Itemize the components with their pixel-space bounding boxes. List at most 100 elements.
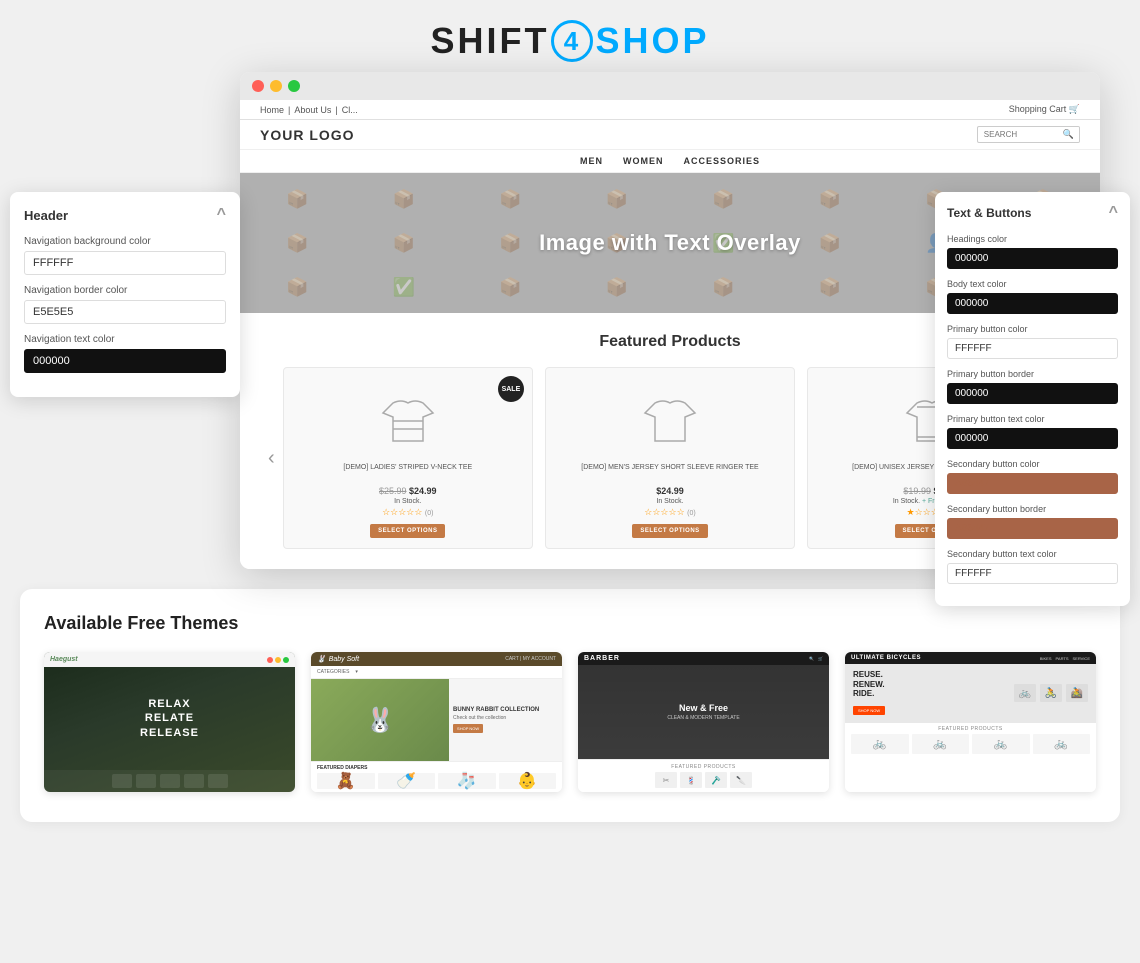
- hero-icon-19: 📦: [461, 269, 560, 305]
- store-search-button[interactable]: 🔍: [1058, 127, 1079, 142]
- secondary-btn-color-field: Secondary button color: [947, 459, 1118, 494]
- product-2-stock: In Stock.: [556, 498, 784, 505]
- theme-barber-topbar: BARBER 🔍 🛒: [578, 652, 829, 665]
- secondary-btn-color-input[interactable]: [947, 473, 1118, 494]
- theme-barber-featured-label: FEATURED PRODUCTS: [584, 764, 823, 770]
- theme-bike-shop-btn: SHOP NOW: [853, 706, 885, 715]
- primary-btn-border-input[interactable]: [947, 383, 1118, 404]
- nav-bg-field: Navigation background color: [24, 236, 226, 275]
- theme-baby-hero-title: BUNNY RABBIT COLLECTION: [453, 707, 558, 713]
- theme-bike-nav-3: SERVICE: [1073, 656, 1091, 661]
- theme-baby-hero: 🐰 BUNNY RABBIT COLLECTION Check out the …: [311, 679, 562, 761]
- shift4shop-logo: SHIFT 4 SHOP: [430, 20, 709, 62]
- product-1-select-btn[interactable]: SELECT OPTIONS: [370, 524, 445, 538]
- theme-dark-prod-2: [136, 774, 156, 788]
- theme-baby-hero-image: 🐰: [311, 679, 449, 761]
- theme-baby-logo: 🐰 Baby Soft: [317, 655, 359, 663]
- dot-yellow: [270, 80, 282, 92]
- theme-bike-img-3: 🚵: [1066, 684, 1088, 702]
- product-1-image: [373, 386, 443, 456]
- logo-area: SHIFT 4 SHOP: [0, 0, 1140, 72]
- hero-icon-1: 📦: [248, 181, 347, 217]
- theme-barber-logo: BARBER: [584, 655, 620, 662]
- mainnav-men[interactable]: MEN: [580, 156, 603, 166]
- topnav-clearance: Cl...: [342, 105, 358, 115]
- theme-dark-dot-3: [283, 657, 289, 663]
- theme-bike-prod-1: 🚲: [851, 734, 909, 754]
- theme-barber-cart-icon: 🛒: [818, 656, 823, 661]
- mainnav-women[interactable]: WOMEN: [623, 156, 664, 166]
- theme-card-bicycle[interactable]: ULTIMATE BICYCLES BIKES PARTS SERVICE RE…: [845, 652, 1096, 792]
- theme-dark-prod-5: [208, 774, 228, 788]
- theme-dark-body: RELAXRELATERELEASE: [44, 667, 295, 770]
- header-panel-collapse-btn[interactable]: ^: [217, 206, 226, 224]
- secondary-btn-border-field: Secondary button border: [947, 504, 1118, 539]
- store-topnav-links: Home | About Us | Cl...: [260, 105, 358, 115]
- carousel-prev-arrow[interactable]: ‹: [260, 447, 283, 470]
- store-mainnav: MEN WOMEN ACCESSORIES: [240, 150, 1100, 173]
- logo-number-circle: 4: [551, 20, 593, 62]
- theme-barber-prod-row: ✂ 💈 🪒 🔪: [584, 772, 823, 788]
- header-panel: Header ^ Navigation background color Nav…: [10, 192, 240, 397]
- product-1-new-price: $24.99: [409, 486, 437, 496]
- theme-baby-bottom-products: FEATURED DIAPERS 🧸 🍼 🧦 👶: [311, 761, 562, 792]
- hero-icon-20: 📦: [568, 269, 667, 305]
- theme-bike-nav-1: BIKES: [1040, 656, 1052, 661]
- theme-bike-hero-text: REUSE.RENEW.RIDE. SHOP NOW: [853, 670, 1014, 717]
- product-2-new-price: $24.99: [656, 486, 684, 496]
- secondary-btn-text-input[interactable]: [947, 563, 1118, 584]
- theme-baby-prod-4: 👶: [499, 773, 557, 789]
- hero-icon-17: 📦: [248, 269, 347, 305]
- theme-bike-preview: ULTIMATE BICYCLES BIKES PARTS SERVICE RE…: [845, 652, 1096, 792]
- theme-dark-topbar: Haegust: [44, 652, 295, 667]
- theme-barber-preview: BARBER 🔍 🛒 New & Free CLEAN & MODERN TEM…: [578, 652, 829, 792]
- theme-baby-product-row: 🧸 🍼 🧦 👶: [317, 773, 556, 789]
- primary-btn-color-field: Primary button color: [947, 324, 1118, 359]
- product-card-1: SALE [DEMO] LADIES' STRIPED V-NECK TEE: [283, 367, 533, 549]
- product-1-reviews: (0): [425, 510, 434, 517]
- theme-bike-products: FEATURED PRODUCTS 🚲 🚲 🚲 🚲: [845, 723, 1096, 792]
- secondary-btn-text-label: Secondary button text color: [947, 549, 1118, 559]
- theme-baby-logo-icon: 🐰: [317, 655, 326, 663]
- secondary-btn-border-input[interactable]: [947, 518, 1118, 539]
- nav-border-input[interactable]: [24, 300, 226, 324]
- text-buttons-collapse-btn[interactable]: ^: [1109, 204, 1118, 222]
- theme-card-barber[interactable]: BARBER 🔍 🛒 New & Free CLEAN & MODERN TEM…: [578, 652, 829, 792]
- logo-part2: SHOP: [595, 20, 709, 62]
- theme-card-relax[interactable]: Haegust RELAXRELATERELEASE: [44, 652, 295, 792]
- themes-section-title: Available Free Themes: [44, 613, 1096, 634]
- theme-barber-prod-3: 🪒: [705, 772, 727, 788]
- theme-card-baby-soft[interactable]: 🐰 Baby Soft CART | MY ACCOUNT CATEGORIES…: [311, 652, 562, 792]
- store-search-input[interactable]: [978, 128, 1058, 141]
- shirt-icon-1: [378, 391, 438, 451]
- hero-icon-22: 📦: [781, 269, 880, 305]
- hero-icon-2: 📦: [355, 181, 454, 217]
- mainnav-accessories[interactable]: ACCESSORIES: [683, 156, 760, 166]
- product-2-image: [635, 386, 705, 456]
- hero-overlay-text: Image with Text Overlay: [539, 230, 801, 256]
- theme-dark-status-dots: [267, 657, 289, 663]
- secondary-btn-color-label: Secondary button color: [947, 459, 1118, 469]
- text-buttons-panel-header: Text & Buttons ^: [947, 204, 1118, 222]
- dot-green: [288, 80, 300, 92]
- product-2-select-btn[interactable]: SELECT OPTIONS: [632, 524, 707, 538]
- header-panel-title: Header: [24, 208, 68, 223]
- theme-dark-bottom: [44, 770, 295, 792]
- headings-color-input[interactable]: [947, 248, 1118, 269]
- theme-baby-topbar: 🐰 Baby Soft CART | MY ACCOUNT: [311, 652, 562, 666]
- primary-btn-color-input[interactable]: [947, 338, 1118, 359]
- nav-bg-input[interactable]: [24, 251, 226, 275]
- body-text-input[interactable]: [947, 293, 1118, 314]
- theme-dark-preview: Haegust RELAXRELATERELEASE: [44, 652, 295, 792]
- nav-text-input[interactable]: [24, 349, 226, 373]
- theme-bike-hero: REUSE.RENEW.RIDE. SHOP NOW 🚲 🚴 🚵: [845, 664, 1096, 723]
- store-logo: YOUR LOGO: [260, 127, 355, 143]
- theme-bike-prod-3: 🚲: [972, 734, 1030, 754]
- primary-btn-text-input[interactable]: [947, 428, 1118, 449]
- store-search-bar: 🔍: [977, 126, 1080, 143]
- themes-grid: Haegust RELAXRELATERELEASE: [44, 652, 1096, 792]
- primary-btn-border-label: Primary button border: [947, 369, 1118, 379]
- nav-bg-label: Navigation background color: [24, 236, 226, 247]
- primary-btn-color-label: Primary button color: [947, 324, 1118, 334]
- hero-icon-18: ✅: [355, 269, 454, 305]
